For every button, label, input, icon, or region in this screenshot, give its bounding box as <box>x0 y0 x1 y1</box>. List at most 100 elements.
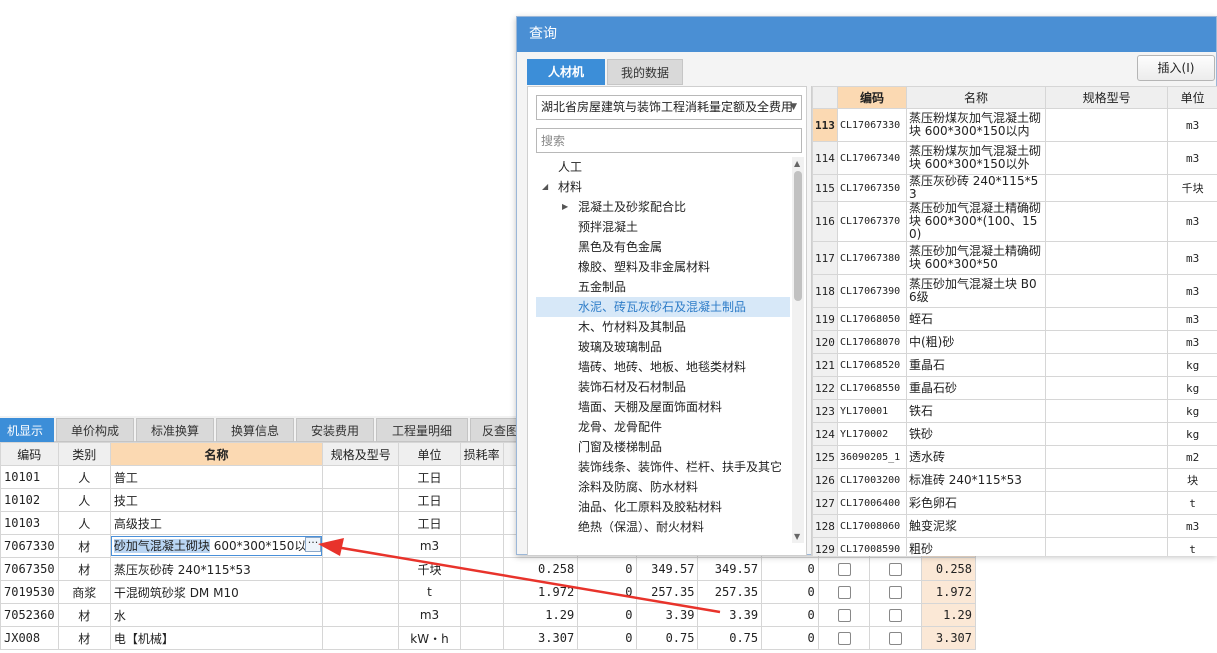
name-cell[interactable]: 技工 <box>109 488 324 512</box>
row-index[interactable]: 128 <box>812 514 838 538</box>
row-index[interactable]: 122 <box>812 376 838 400</box>
material-row[interactable]: 113 CL17067330 蒸压粉煤灰加气混凝土砌块 600*300*150以… <box>812 108 1217 142</box>
row-index[interactable]: 114 <box>812 141 838 175</box>
tree-item[interactable]: 绝热（保温）、耐火材料 <box>536 517 790 537</box>
material-row[interactable]: 118 CL17067390 蒸压砂加气混凝土块 B06级 m3 <box>812 274 1217 308</box>
name-cell[interactable]: 普工 <box>109 465 324 489</box>
unit-cell[interactable]: kW・h <box>398 626 461 650</box>
value-cell[interactable]: 0 <box>577 557 637 581</box>
scrollbar-thumb[interactable] <box>794 171 802 301</box>
loss-rate-cell[interactable] <box>459 488 504 512</box>
quantity-cell[interactable]: 3.307 <box>502 626 579 650</box>
tree-item[interactable]: 装饰线条、装饰件、栏杆、扶手及其它 <box>536 457 790 477</box>
type-cell[interactable]: 人 <box>57 511 111 535</box>
code-cell[interactable]: CL17067340 <box>836 141 907 175</box>
unit-cell[interactable]: 块 <box>1167 468 1217 492</box>
row-index[interactable]: 129 <box>812 537 838 556</box>
name-cell[interactable]: 重晶石 <box>905 353 1047 377</box>
name-cell[interactable]: 标准砖 240*115*53 <box>905 468 1047 492</box>
loss-rate-cell[interactable] <box>459 511 504 535</box>
tree-item[interactable]: 墙面、天棚及屋面饰面材料 <box>536 397 790 417</box>
unit-cell[interactable]: 千块 <box>398 557 461 581</box>
unit-cell[interactable]: m3 <box>398 603 461 627</box>
unit-cell[interactable]: m2 <box>1167 445 1217 469</box>
search-field[interactable] <box>536 128 802 153</box>
material-row[interactable]: 121 CL17068520 重晶石 kg <box>812 353 1217 377</box>
quantity-cell[interactable]: 0.258 <box>502 557 579 581</box>
loss-rate-cell[interactable] <box>459 534 504 558</box>
spec-cell[interactable] <box>1045 141 1169 175</box>
tree-item[interactable]: 木、竹材料及其制品 <box>536 317 790 337</box>
checkbox[interactable] <box>837 563 851 576</box>
checkbox[interactable] <box>837 632 851 645</box>
unit-cell[interactable]: m3 <box>1167 141 1217 175</box>
spec-cell[interactable] <box>322 580 400 604</box>
insert-button[interactable]: 插入(I) <box>1137 55 1215 81</box>
material-row[interactable]: 129 CL17008590 粗砂 t <box>812 537 1217 556</box>
spec-cell[interactable] <box>1045 422 1169 446</box>
code-cell[interactable]: CL17003200 <box>836 468 907 492</box>
type-cell[interactable]: 商浆 <box>57 580 111 604</box>
table-row[interactable]: JX008 材 电【机械】 kW・h 3.307 0 0.75 0.75 0 3… <box>0 626 977 650</box>
material-row[interactable]: 116 CL17067370 蒸压砂加气混凝土精确砌块 600*300*(100… <box>812 201 1217 242</box>
material-row[interactable]: 114 CL17067340 蒸压粉煤灰加气混凝土砌块 600*300*150以… <box>812 141 1217 175</box>
value-cell[interactable]: 0 <box>577 626 637 650</box>
checkbox-cell[interactable] <box>869 580 922 604</box>
unit-cell[interactable]: m3 <box>1167 201 1217 242</box>
checkbox-cell[interactable] <box>869 626 922 650</box>
spec-cell[interactable] <box>1045 399 1169 423</box>
checkbox-cell[interactable] <box>817 580 871 604</box>
checkbox[interactable] <box>889 632 903 645</box>
unit-cell[interactable]: kg <box>1167 353 1217 377</box>
name-cell[interactable]: 中(粗)砂 <box>905 330 1047 354</box>
code-cell[interactable]: CL17067370 <box>836 201 907 242</box>
code-cell[interactable]: CL17067380 <box>836 241 907 275</box>
table-row[interactable]: 7067350 材 蒸压灰砂砖 240*115*53 千块 0.258 0 34… <box>0 557 977 581</box>
unit-cell[interactable]: m3 <box>1167 307 1217 331</box>
checkbox[interactable] <box>889 609 903 622</box>
row-index[interactable]: 115 <box>812 174 838 202</box>
row-index[interactable]: 121 <box>812 353 838 377</box>
tree-item[interactable]: 墙砖、地砖、地板、地毯类材料 <box>536 357 790 377</box>
unit-cell[interactable]: t <box>1167 537 1217 556</box>
unit-cell[interactable]: 工日 <box>398 511 461 535</box>
unit-cell[interactable]: 工日 <box>398 488 461 512</box>
unit-cell[interactable]: m3 <box>1167 514 1217 538</box>
total-cell[interactable]: 1.972 <box>920 580 977 604</box>
checkbox-cell[interactable] <box>869 603 922 627</box>
name-cell[interactable]: 透水砖 <box>905 445 1047 469</box>
name-cell[interactable]: 蒸压粉煤灰加气混凝土砌块 600*300*150以内 <box>905 108 1047 142</box>
value-cell[interactable]: 0 <box>761 603 819 627</box>
value-cell[interactable]: 0 <box>761 580 819 604</box>
tree-scrollbar[interactable]: ▲ ▼ <box>792 157 804 543</box>
col-header-loss-rate[interactable]: 损耗率 <box>459 442 504 466</box>
checkbox-cell[interactable] <box>817 626 871 650</box>
code-cell[interactable]: YL170001 <box>836 399 907 423</box>
type-cell[interactable]: 人 <box>57 465 111 489</box>
spec-cell[interactable] <box>322 488 400 512</box>
unit-cell[interactable]: m3 <box>1167 108 1217 142</box>
row-index[interactable]: 125 <box>812 445 838 469</box>
spec-cell[interactable] <box>1045 201 1169 242</box>
value-cell[interactable]: 3.39 <box>697 603 763 627</box>
material-row[interactable]: 127 CL17006400 彩色卵石 t <box>812 491 1217 515</box>
unit-cell[interactable]: kg <box>1167 376 1217 400</box>
value-cell[interactable]: 349.57 <box>697 557 763 581</box>
type-cell[interactable]: 材 <box>57 603 111 627</box>
spec-cell[interactable] <box>1045 376 1169 400</box>
collapse-icon[interactable]: ◢ <box>542 177 548 197</box>
checkbox[interactable] <box>889 586 903 599</box>
unit-cell[interactable]: m3 <box>1167 274 1217 308</box>
expand-icon[interactable]: ▶ <box>562 197 568 217</box>
material-row[interactable]: 123 YL170001 铁石 kg <box>812 399 1217 423</box>
code-cell[interactable]: CL17008590 <box>836 537 907 556</box>
spec-cell[interactable] <box>322 557 400 581</box>
code-cell[interactable]: CL17067390 <box>836 274 907 308</box>
code-cell[interactable]: 36090205_1 <box>836 445 907 469</box>
total-cell[interactable]: 3.307 <box>920 626 977 650</box>
value-cell[interactable]: 0.75 <box>697 626 763 650</box>
quota-library-select[interactable]: 湖北省房屋建筑与装饰工程消耗量定额及全费用 ▼ <box>536 95 802 120</box>
spec-cell[interactable] <box>322 603 400 627</box>
name-cell[interactable]: 蒸压粉煤灰加气混凝土砌块 600*300*150以外 <box>905 141 1047 175</box>
unit-cell[interactable]: m3 <box>1167 241 1217 275</box>
